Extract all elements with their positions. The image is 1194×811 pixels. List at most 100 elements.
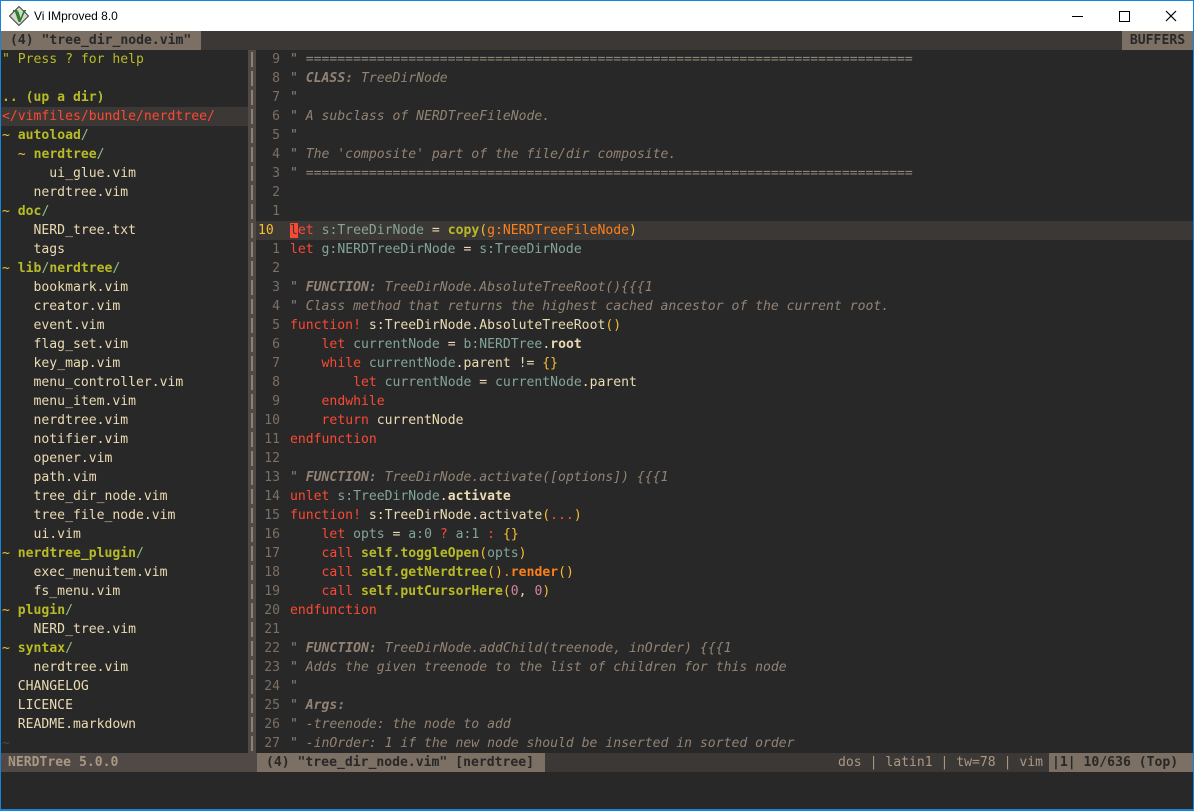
code-line[interactable]: call self.getNerdtree().render() xyxy=(290,563,574,582)
nerdtree-item[interactable]: ~ lib/nerdtree/ xyxy=(2,259,120,278)
nerdtree-item[interactable]: event.vim xyxy=(2,316,104,335)
buffers-label[interactable]: BUFFERS xyxy=(1122,31,1193,50)
nerdtree-item[interactable]: exec_menuitem.vim xyxy=(2,563,168,582)
line-number: 25 xyxy=(256,696,280,715)
code-line[interactable]: " ======================================… xyxy=(290,164,913,183)
editor-panel[interactable]: 9 " =====================================… xyxy=(256,50,1193,753)
code-line[interactable]: " xyxy=(290,677,298,696)
nerdtree-item[interactable]: fs_menu.vim xyxy=(2,582,120,601)
nerdtree-item[interactable]: ~ plugin/ xyxy=(2,601,73,620)
nerdtree-item[interactable]: ~ autoload/ xyxy=(2,126,89,145)
code-line[interactable]: " FUNCTION: TreeDirNode.AbsoluteTreeRoot… xyxy=(290,278,653,297)
line-number: 20 xyxy=(256,601,280,620)
nerdtree-item[interactable]: ui.vim xyxy=(2,525,81,544)
line-number: 7 xyxy=(256,354,280,373)
nerdtree-item[interactable]: ui_glue.vim xyxy=(2,164,136,183)
nerdtree-item[interactable]: key_map.vim xyxy=(2,354,120,373)
nerdtree-item[interactable]: README.markdown xyxy=(2,715,136,734)
nerdtree-item[interactable]: nerdtree.vim xyxy=(2,411,128,430)
close-button[interactable] xyxy=(1148,1,1194,31)
window-border-top xyxy=(0,0,1194,1)
code-line[interactable]: return currentNode xyxy=(290,411,463,430)
nerdtree-item[interactable]: opener.vim xyxy=(2,449,112,468)
line-number: 6 xyxy=(256,107,280,126)
code-line[interactable]: " xyxy=(290,88,298,107)
line-number: 24 xyxy=(256,677,280,696)
nerdtree-item[interactable]: menu_item.vim xyxy=(2,392,136,411)
code-line[interactable]: let opts = a:0 ? a:1 : {} xyxy=(290,525,519,544)
code-line[interactable]: let currentNode = b:NERDTree.root xyxy=(290,335,582,354)
line-number: 18 xyxy=(256,563,280,582)
code-line[interactable]: while currentNode.parent != {} xyxy=(290,354,558,373)
nerdtree-item[interactable]: NERD_tree.vim xyxy=(2,620,136,639)
window-separator[interactable] xyxy=(248,50,256,753)
nerdtree-item[interactable]: ~ syntax/ xyxy=(2,639,73,658)
code-line[interactable]: unlet s:TreeDirNode.activate xyxy=(290,487,511,506)
code-line[interactable]: " -treenode: the node to add xyxy=(290,715,511,734)
nerdtree-item[interactable]: NERD_tree.txt xyxy=(2,221,136,240)
code-line[interactable]: let g:NERDTreeDirNode = s:TreeDirNode xyxy=(290,240,582,259)
nerdtree-item[interactable]: tree_file_node.vim xyxy=(2,506,175,525)
nerdtree-item[interactable]: tags xyxy=(2,240,65,259)
nerdtree-panel: " Press ? for help .. (up a dir)</vimfile… xyxy=(1,50,248,753)
maximize-button[interactable] xyxy=(1101,1,1148,31)
line-number: 1 xyxy=(256,202,280,221)
code-line[interactable]: endfunction xyxy=(290,601,377,620)
code-line[interactable]: function! s:TreeDirNode.activate(...) xyxy=(290,506,582,525)
code-line[interactable]: " CLASS: TreeDirNode xyxy=(290,69,448,88)
code-line[interactable]: " A subclass of NERDTreeFileNode. xyxy=(290,107,550,126)
line-number: 14 xyxy=(256,487,280,506)
line-number: 2 xyxy=(256,183,280,202)
minimize-button[interactable] xyxy=(1054,1,1101,31)
code-line[interactable]: " FUNCTION: TreeDirNode.addChild(treenod… xyxy=(290,639,731,658)
tab-current[interactable]: (4) "tree_dir_node.vim" xyxy=(1,31,201,50)
code-line[interactable]: " Class method that returns the highest … xyxy=(290,297,889,316)
code-line[interactable]: call self.putCursorHere(0, 0) xyxy=(290,582,550,601)
line-number: 27 xyxy=(256,734,280,753)
nerdtree-item[interactable]: ~ nerdtree/ xyxy=(2,145,105,164)
nerdtree-item[interactable]: ~ doc/ xyxy=(2,202,49,221)
nerdtree-item[interactable]: menu_controller.vim xyxy=(2,373,183,392)
code-line[interactable]: endwhile xyxy=(290,392,385,411)
nerdtree-item[interactable]: tree_dir_node.vim xyxy=(2,487,168,506)
code-line[interactable]: let currentNode = currentNode.parent xyxy=(290,373,637,392)
code-line[interactable]: " -inOrder: 1 if the new node should be … xyxy=(290,734,795,753)
code-line[interactable]: " FUNCTION: TreeDirNode.activate([option… xyxy=(290,468,668,487)
code-line[interactable]: function! s:TreeDirNode.AbsoluteTreeRoot… xyxy=(290,316,621,335)
nerdtree-item[interactable]: CHANGELOG xyxy=(2,677,89,696)
nerdtree-item[interactable]: nerdtree.vim xyxy=(2,658,128,677)
code-line[interactable]: " Adds the given treenode to the list of… xyxy=(290,658,787,677)
window-title: Vi IMproved 8.0 xyxy=(34,1,118,31)
nerdtree-item[interactable]: nerdtree.vim xyxy=(2,183,128,202)
line-number: 1 xyxy=(256,240,280,259)
gvim-window: Vi IMproved 8.0 (4) "tree_dir_node.vim" … xyxy=(0,0,1194,811)
nerdtree-item[interactable]: LICENCE xyxy=(2,696,73,715)
line-number: 15 xyxy=(256,506,280,525)
nerdtree-item[interactable]: ~ xyxy=(2,734,10,753)
nerdtree-item[interactable]: creator.vim xyxy=(2,297,120,316)
nerdtree-item[interactable]: " Press ? for help xyxy=(2,50,144,69)
code-line[interactable]: " xyxy=(290,126,298,145)
nerdtree-item[interactable]: ~ nerdtree_plugin/ xyxy=(2,544,144,563)
code-line[interactable]: " The 'composite' part of the file/dir c… xyxy=(290,145,676,164)
nerdtree-item[interactable]: bookmark.vim xyxy=(2,278,128,297)
line-number: 3 xyxy=(256,164,280,183)
code-line[interactable]: let s:TreeDirNode = copy(g:NERDTreeFileN… xyxy=(290,221,637,240)
nerdtree-item[interactable]: .. (up a dir) xyxy=(2,88,104,107)
nerdtree-item[interactable]: path.vim xyxy=(2,468,97,487)
line-number: 5 xyxy=(256,126,280,145)
code-line[interactable]: call self.toggleOpen(opts) xyxy=(290,544,527,563)
nerdtree-item[interactable]: notifier.vim xyxy=(2,430,128,449)
nerdtree-item[interactable]: </vimfiles/bundle/nerdtree/ xyxy=(2,107,215,126)
line-number: 16 xyxy=(256,525,280,544)
code-line[interactable]: endfunction xyxy=(290,430,377,449)
line-number: 21 xyxy=(256,620,280,639)
line-number: 10 xyxy=(256,411,280,430)
code-line[interactable]: " Args: xyxy=(290,696,345,715)
line-number: 9 xyxy=(256,392,280,411)
nerdtree-item[interactable]: flag_set.vim xyxy=(2,335,128,354)
vim-icon xyxy=(9,6,29,26)
line-number: 8 xyxy=(256,69,280,88)
line-number: 8 xyxy=(256,373,280,392)
code-line[interactable]: " ======================================… xyxy=(290,50,913,69)
